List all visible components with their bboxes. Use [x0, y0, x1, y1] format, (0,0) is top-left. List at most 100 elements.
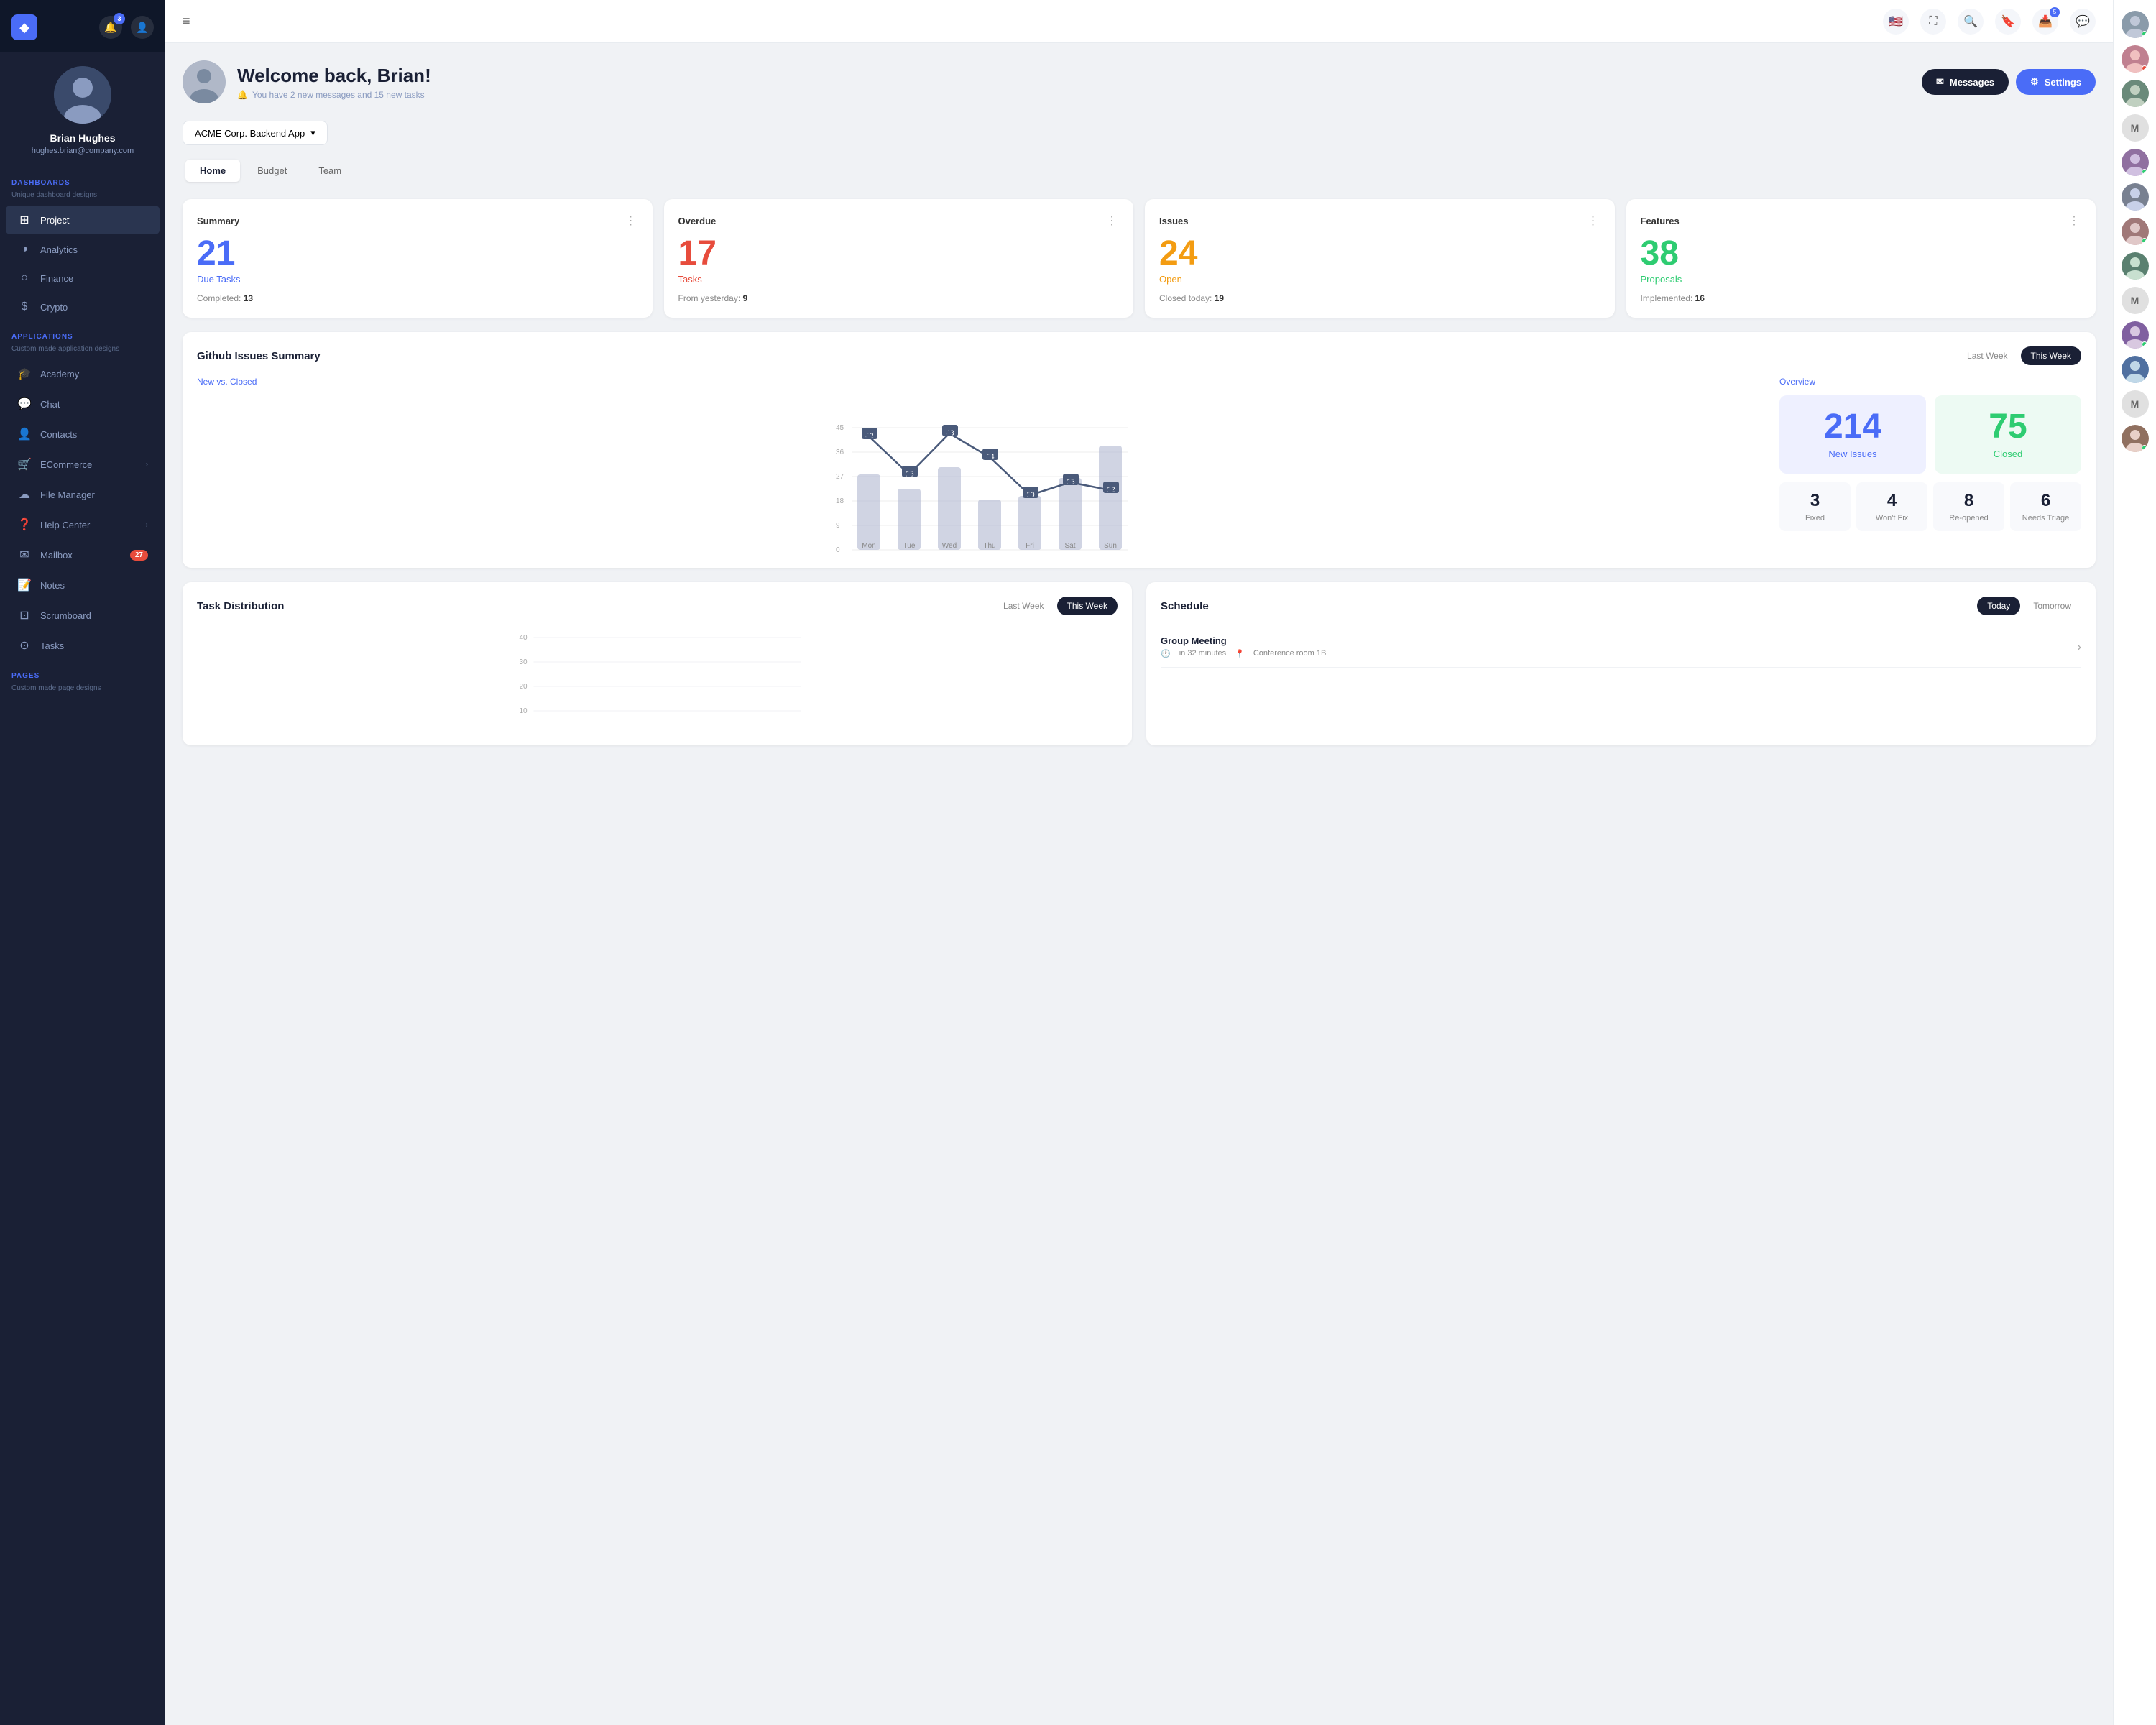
sidebar-item-notes[interactable]: 📝 Notes — [6, 571, 160, 599]
chevron-right-icon2: › — [146, 521, 148, 529]
stat-card-summary: Summary ⋮ 21 Due Tasks Completed: 13 — [183, 199, 653, 318]
sidebar-item-academy[interactable]: 🎓 Academy — [6, 359, 160, 388]
right-avatar-5[interactable] — [2122, 218, 2149, 245]
svg-text:27: 27 — [836, 473, 844, 481]
right-panel: M M M — [2113, 0, 2156, 1725]
sidebar-item-scrumboard[interactable]: ⊡ Scrumboard — [6, 601, 160, 630]
project-selector[interactable]: ACME Corp. Backend App ▾ — [183, 121, 328, 145]
stat-menu-summary[interactable]: ⋮ — [625, 213, 638, 228]
right-avatar-m3[interactable]: M — [2122, 390, 2149, 418]
hamburger-btn[interactable]: ≡ — [183, 14, 190, 29]
sidebar-item-label: Analytics — [40, 244, 78, 255]
stat-number-overdue: 17 — [678, 236, 1120, 271]
inbox-btn[interactable]: 📥 5 — [2032, 9, 2058, 34]
task-bar-chart: 40 30 20 10 — [197, 627, 1118, 727]
project-label: ACME Corp. Backend App — [195, 128, 305, 139]
svg-text:40: 40 — [520, 634, 528, 642]
sidebar-item-project[interactable]: ⊞ Project — [6, 206, 160, 234]
task-dist-chart: 40 30 20 10 — [197, 627, 1118, 731]
week-toggle: Last Week This Week — [1957, 346, 2081, 365]
reopened-number: 8 — [1939, 491, 1999, 511]
sidebar-item-finance[interactable]: ○ Finance — [6, 264, 160, 292]
welcome-header: Welcome back, Brian! 🔔 You have 2 new me… — [183, 60, 2096, 104]
stat-menu-overdue[interactable]: ⋮ — [1106, 213, 1119, 228]
flag-btn[interactable]: 🇺🇸 — [1883, 9, 1909, 34]
schedule-toggle: Today Tomorrow — [1977, 597, 2081, 615]
right-avatar-4[interactable] — [2122, 183, 2149, 211]
fixed-label: Fixed — [1785, 514, 1845, 523]
stat-menu-issues[interactable]: ⋮ — [1588, 213, 1600, 228]
last-week-btn[interactable]: Last Week — [1957, 346, 2017, 365]
online-indicator3 — [2142, 169, 2147, 175]
gear-icon: ⚙ — [2030, 76, 2039, 88]
right-avatar-2[interactable] — [2122, 80, 2149, 107]
messages-button[interactable]: ✉ Messages — [1922, 69, 2009, 95]
right-avatar-3[interactable] — [2122, 149, 2149, 176]
bell-icon: 🔔 — [237, 90, 248, 100]
tab-budget[interactable]: Budget — [243, 160, 301, 182]
stat-menu-features[interactable]: ⋮ — [2068, 213, 2081, 228]
sidebar-item-tasks[interactable]: ⊙ Tasks — [6, 631, 160, 660]
tasks-icon: ⊙ — [17, 638, 32, 653]
overview-small-cards: 3 Fixed 4 Won't Fix 8 Re-opened 6 — [1779, 482, 2081, 531]
sidebar-item-analytics[interactable]: ◑ Analytics — [6, 236, 160, 263]
right-avatar-1[interactable] — [2122, 45, 2149, 73]
right-avatar-6[interactable] — [2122, 252, 2149, 280]
bookmark-btn[interactable]: 🔖 — [1995, 9, 2021, 34]
chat-btn[interactable]: 💬 — [2070, 9, 2096, 34]
sidebar-item-chat[interactable]: 💬 Chat — [6, 390, 160, 418]
right-avatar-8[interactable] — [2122, 356, 2149, 383]
user-icon-btn[interactable]: 👤 — [131, 16, 154, 39]
main-content: ≡ 🇺🇸 ⛶ 🔍 🔖 📥 5 💬 Welcome back, Brian! — [165, 0, 2113, 1725]
welcome-actions: ✉ Messages ⚙ Settings — [1922, 69, 2096, 95]
fixed-card: 3 Fixed — [1779, 482, 1851, 531]
online-indicator — [2142, 31, 2147, 37]
this-week-btn[interactable]: This Week — [2021, 346, 2081, 365]
today-btn[interactable]: Today — [1977, 597, 2020, 615]
schedule-item-info: Group Meeting 🕐 in 32 minutes 📍 Conferen… — [1161, 635, 1326, 658]
settings-button[interactable]: ⚙ Settings — [2016, 69, 2096, 95]
closed-card: 75 Closed — [1935, 395, 2081, 474]
task-this-week-btn[interactable]: This Week — [1057, 597, 1118, 615]
fullscreen-btn[interactable]: ⛶ — [1920, 9, 1946, 34]
svg-text:20: 20 — [520, 683, 528, 691]
svg-text:9: 9 — [836, 522, 840, 530]
sidebar-item-label: Notes — [40, 580, 65, 591]
sidebar-item-filemanager[interactable]: ☁ File Manager — [6, 480, 160, 509]
svg-text:Tue: Tue — [903, 542, 916, 550]
sidebar-item-ecommerce[interactable]: 🛒 ECommerce › — [6, 450, 160, 479]
tab-home[interactable]: Home — [185, 160, 240, 182]
stat-card-issues: Issues ⋮ 24 Open Closed today: 19 — [1145, 199, 1615, 318]
chevron-right-icon: › — [146, 461, 148, 469]
sidebar-item-mailbox[interactable]: ✉ Mailbox 27 — [6, 540, 160, 569]
sidebar-item-helpcenter[interactable]: ❓ Help Center › — [6, 510, 160, 539]
notification-bell-btn[interactable]: 🔔 3 — [99, 16, 122, 39]
profile-name: Brian Hughes — [11, 132, 154, 144]
stat-card-overdue: Overdue ⋮ 17 Tasks From yesterday: 9 — [664, 199, 1134, 318]
crypto-icon: $ — [17, 300, 32, 313]
right-avatar-9[interactable] — [2122, 425, 2149, 452]
right-avatar-0[interactable] — [2122, 11, 2149, 38]
tomorrow-btn[interactable]: Tomorrow — [2023, 597, 2081, 615]
location-icon: 📍 — [1235, 649, 1245, 658]
reopened-label: Re-opened — [1939, 514, 1999, 523]
right-avatar-m2[interactable]: M — [2122, 287, 2149, 314]
wont-fix-number: 4 — [1862, 491, 1922, 511]
right-avatar-7[interactable] — [2122, 321, 2149, 349]
tab-team[interactable]: Team — [304, 160, 356, 182]
sidebar-item-label: Scrumboard — [40, 610, 91, 621]
online-indicator5 — [2142, 341, 2147, 347]
fixed-number: 3 — [1785, 491, 1845, 511]
sidebar-item-label: Mailbox — [40, 550, 73, 561]
right-avatar-m[interactable]: M — [2122, 114, 2149, 142]
sidebar-item-crypto[interactable]: $ Crypto — [6, 293, 160, 321]
task-distribution-card: Task Distribution Last Week This Week 40… — [183, 582, 1132, 745]
task-last-week-btn[interactable]: Last Week — [993, 597, 1054, 615]
chart-label: New vs. Closed — [197, 377, 1765, 387]
search-btn[interactable]: 🔍 — [1958, 9, 1984, 34]
sidebar-item-contacts[interactable]: 👤 Contacts — [6, 420, 160, 448]
sidebar-item-label: Help Center — [40, 520, 90, 530]
schedule-arrow-btn[interactable]: › — [2077, 640, 2081, 655]
app-logo[interactable]: ◆ — [11, 14, 37, 40]
sidebar-item-label: Chat — [40, 399, 60, 410]
